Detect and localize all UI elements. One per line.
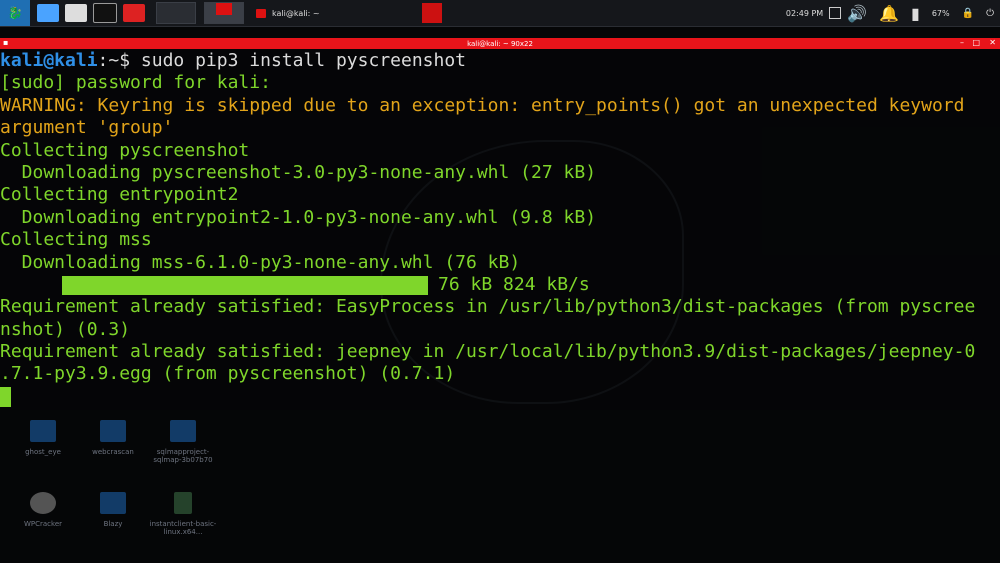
folder-icon	[170, 420, 196, 442]
terminal-launcher-icon[interactable]	[93, 3, 117, 23]
minimize-icon[interactable]: –	[960, 38, 964, 47]
volume-icon[interactable]: 🔊	[847, 4, 867, 23]
warning-line: argument 'group'	[0, 117, 174, 139]
system-tray: 02:49 PM 🔊 🔔 ▮ 67% 🔒 ⏻	[780, 0, 1000, 26]
output-line: [sudo] password for kali:	[0, 72, 271, 94]
output-line: Collecting pyscreenshot	[0, 139, 250, 161]
command-text: sudo pip3 install pyscreenshot	[140, 50, 467, 71]
output-line: Requirement already satisfied: EasyProce…	[0, 296, 976, 318]
desktop-icon-label: sqlmapproject-sqlmap-3b07b70	[153, 448, 213, 464]
window-list-icon[interactable]	[829, 7, 842, 19]
screen-recorder-icon[interactable]	[123, 4, 145, 22]
logout-icon[interactable]: ⏻	[986, 8, 994, 19]
output-line: Downloading pyscreenshot-3.0-py3-none-an…	[0, 161, 597, 183]
maximize-icon[interactable]: □	[972, 38, 980, 47]
taskbar-task-label: kali@kali: ~	[272, 8, 320, 18]
warning-line: WARNING: Keyring is skipped due to an ex…	[0, 94, 965, 116]
folder-icon	[100, 420, 126, 442]
prompt-path: :~$	[97, 50, 141, 71]
folder-icon	[100, 492, 126, 514]
gear-icon	[30, 492, 56, 514]
workspace-1[interactable]	[156, 2, 196, 24]
prompt-user: kali@kali	[0, 50, 98, 71]
desktop-icon-ghost-eye[interactable]: ghost_eye	[8, 420, 78, 456]
desktop-icon-label: WPCracker	[23, 520, 63, 528]
download-progress: 76 kB 824 kB/s	[0, 274, 1000, 296]
taskbar: 🐉 kali@kali: ~ 02:49 PM 🔊 🔔 ▮ 67% 🔒 ⏻	[0, 0, 1000, 27]
desktop-icon-label: Blazy	[103, 520, 123, 528]
desktop-icon-label: ghost_eye	[25, 448, 61, 456]
desktop-icon-label: webcrascan	[92, 448, 134, 456]
show-desktop-icon[interactable]	[37, 4, 59, 22]
taskbar-task-2[interactable]	[421, 3, 442, 23]
power-manager-icon[interactable]: ▮	[911, 4, 920, 23]
output-line: Collecting mss	[0, 229, 152, 251]
output-line: Downloading mss-6.1.0-py3-none-any.whl (…	[0, 251, 521, 273]
terminal-task-icon	[256, 8, 266, 18]
lock-icon[interactable]: 🔒	[962, 8, 974, 19]
cursor-line	[0, 386, 1000, 409]
desktop-icon-webcrascan[interactable]: webcrascan	[78, 420, 148, 456]
desktop-icon-label: instantclient-basic-linux.x64...	[149, 520, 217, 536]
desktop-icon-blazy[interactable]: Blazy	[78, 492, 148, 528]
progress-bar	[62, 275, 428, 295]
terminal-titlebar[interactable]: ▪ kali@kali: ~ 90x22 – □ ✕	[0, 38, 1000, 49]
close-icon[interactable]: ✕	[989, 38, 996, 47]
clock[interactable]: 02:49 PM	[786, 9, 823, 18]
terminal-output[interactable]: kali@kali:~$ sudo pip3 install pyscreens…	[0, 50, 1000, 410]
desktop-icon-instantclient[interactable]: instantclient-basic-linux.x64...	[148, 492, 218, 536]
output-line: nshot) (0.3)	[0, 318, 131, 340]
progress-label: 76 kB 824 kB/s	[438, 273, 590, 295]
desktop-icon-wpcracker[interactable]: WPCracker	[8, 492, 78, 528]
battery-percent: 67%	[931, 8, 950, 18]
prompt-line: kali@kali:~$ sudo pip3 install pyscreens…	[0, 50, 1000, 72]
progress-bar-fill	[64, 275, 426, 295]
output-line: Collecting entrypoint2	[0, 184, 239, 206]
kali-menu-button[interactable]: 🐉	[0, 0, 30, 26]
workspace-window-thumb	[216, 3, 232, 15]
window-title: kali@kali: ~ 90x22	[467, 39, 533, 48]
archive-file-icon	[174, 492, 192, 514]
workspace-2[interactable]	[204, 2, 244, 24]
kali-logo-icon: 🐉	[7, 6, 23, 20]
notification-bell-icon[interactable]: 🔔	[879, 4, 899, 23]
file-manager-icon[interactable]	[65, 4, 87, 22]
taskbar-task-terminal[interactable]: kali@kali: ~	[250, 2, 326, 24]
window-menu-icon[interactable]: ▪	[3, 38, 8, 47]
desktop-icon-sqlmap[interactable]: sqlmapproject-sqlmap-3b07b70	[148, 420, 218, 464]
output-line: Requirement already satisfied: jeepney i…	[0, 341, 976, 363]
folder-icon	[30, 420, 56, 442]
text-cursor	[0, 386, 11, 407]
output-line: .7.1-py3.9.egg (from pyscreenshot) (0.7.…	[0, 363, 456, 385]
output-line: Downloading entrypoint2-1.0-py3-none-any…	[0, 206, 597, 228]
